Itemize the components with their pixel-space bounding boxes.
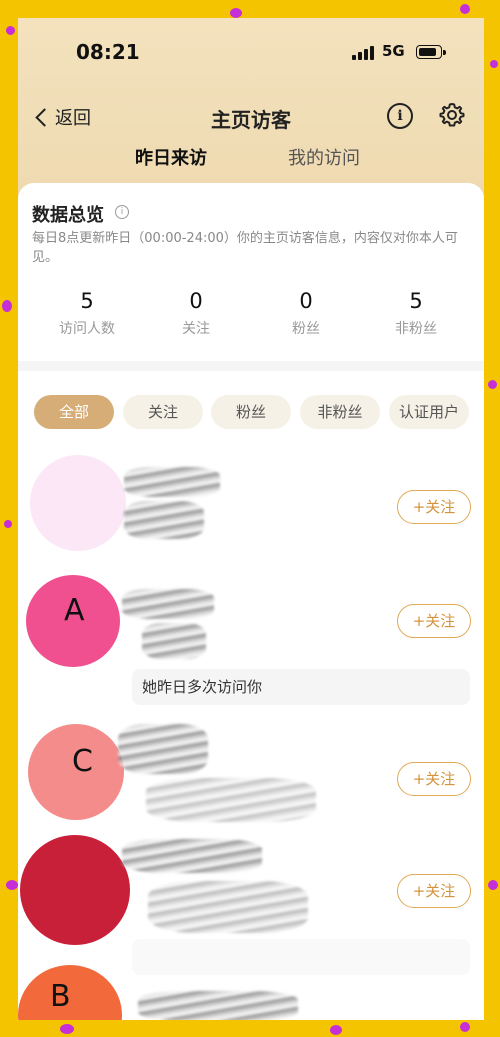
status-time: 08:21 — [76, 40, 140, 64]
visit-note: 她昨日多次访问你 — [132, 669, 470, 705]
visitor-row[interactable]: +关注 — [18, 833, 484, 975]
redacted-info — [148, 881, 308, 933]
avatar-letter: C — [72, 744, 93, 779]
confetti-dot — [230, 8, 242, 18]
filter-all[interactable]: 全部 — [34, 395, 114, 429]
visitor-row[interactable]: C +关注 — [18, 718, 484, 833]
confetti-dot — [330, 1025, 342, 1035]
redacted-info — [124, 501, 204, 539]
tab-my-visits[interactable]: 我的访问 — [288, 144, 360, 170]
stat-fans: 0 粉丝 — [251, 289, 361, 338]
battery-icon — [416, 45, 446, 59]
filter-following[interactable]: 关注 — [123, 395, 203, 429]
avatar-letter: A — [64, 593, 85, 628]
stat-label: 非粉丝 — [395, 321, 437, 337]
stat-value: 5 — [80, 289, 94, 313]
signal-icon — [352, 46, 376, 60]
visitor-row[interactable]: A +关注 她昨日多次访问你 — [18, 571, 484, 711]
stat-value: 0 — [189, 289, 203, 313]
follow-button[interactable]: +关注 — [397, 874, 471, 908]
confetti-dot — [60, 1024, 74, 1034]
confetti-dot — [488, 380, 497, 389]
avatar — [30, 455, 126, 551]
stat-label: 粉丝 — [292, 321, 320, 337]
info-icon[interactable]: i — [115, 205, 129, 219]
follow-button[interactable]: +关注 — [397, 762, 471, 796]
filter-fans[interactable]: 粉丝 — [211, 395, 291, 429]
confetti-dot — [460, 4, 470, 14]
filter-chips: 全部 关注 粉丝 非粉丝 认证用户 — [18, 395, 484, 435]
content-card: 数据总览 i 每日8点更新昨日（00:00-24:00）你的主页访客信息，内容仅… — [18, 183, 484, 1020]
follow-button[interactable]: +关注 — [397, 604, 471, 638]
confetti-dot — [6, 26, 15, 35]
confetti-dot — [488, 880, 498, 890]
phone-screen: 08:21 5G 返回 主页访客 i 昨日来访 我的访问 数据总览 i 每日8点… — [18, 18, 484, 1020]
filter-verified[interactable]: 认证用户 — [389, 395, 469, 429]
confetti-dot — [460, 1022, 470, 1032]
gear-icon[interactable] — [438, 101, 466, 129]
redacted-name — [124, 467, 220, 497]
filter-non-fans[interactable]: 非粉丝 — [300, 395, 380, 429]
confetti-dot — [2, 300, 12, 312]
avatar — [20, 835, 130, 945]
tab-yesterday-visits[interactable]: 昨日来访 — [135, 144, 207, 170]
stat-visitors: 5 访问人数 — [32, 289, 142, 338]
overview-description: 每日8点更新昨日（00:00-24:00）你的主页访客信息，内容仅对你本人可见。 — [32, 231, 458, 265]
stat-non-fans: 5 非粉丝 — [361, 289, 471, 338]
avatar-letter: B — [50, 979, 71, 1014]
redacted-name — [118, 724, 208, 774]
visitor-row[interactable]: B — [18, 963, 484, 1020]
stat-label: 访问人数 — [59, 321, 115, 337]
stat-following: 0 关注 — [141, 289, 251, 338]
stats-row: 5 访问人数 0 关注 0 粉丝 5 非粉丝 — [18, 289, 484, 349]
stat-value: 5 — [409, 289, 423, 313]
redacted-name — [122, 839, 262, 873]
redacted-info — [142, 623, 206, 659]
confetti-dot — [490, 60, 498, 68]
follow-button[interactable]: +关注 — [397, 490, 471, 524]
page-title: 主页访客 — [211, 108, 291, 132]
confetti-dot — [6, 880, 18, 890]
status-bar: 08:21 5G — [18, 18, 484, 88]
nav-bar: 返回 主页访客 i — [18, 98, 484, 138]
stat-label: 关注 — [182, 321, 210, 337]
confetti-dot — [4, 520, 12, 528]
stat-value: 0 — [299, 289, 313, 313]
info-icon[interactable]: i — [387, 103, 413, 129]
network-label: 5G — [382, 42, 405, 60]
visitor-row[interactable]: +关注 — [18, 453, 484, 563]
redacted-name — [122, 589, 214, 619]
redacted-info — [146, 778, 316, 822]
overview-title: 数据总览 — [32, 205, 104, 226]
redacted-name — [138, 991, 298, 1020]
section-divider — [18, 361, 484, 371]
